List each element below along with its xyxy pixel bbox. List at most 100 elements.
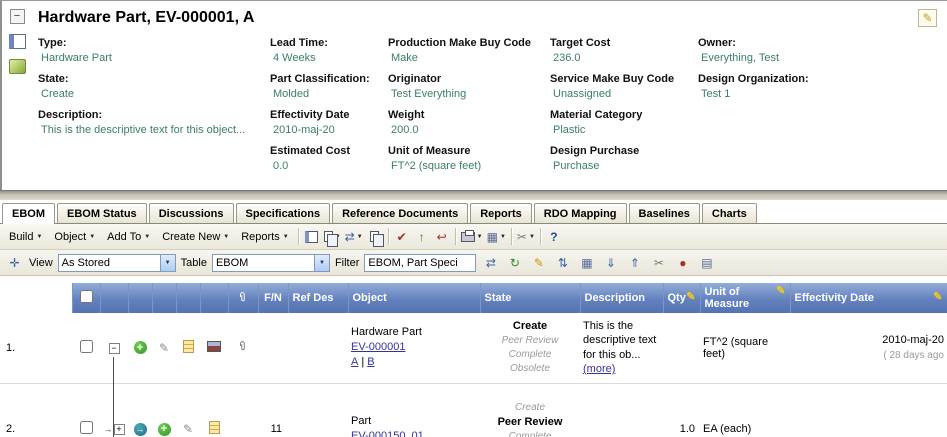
- promote-button[interactable]: ↑: [412, 227, 432, 247]
- state-header[interactable]: State: [480, 283, 580, 313]
- uom-header[interactable]: Unit of Measure✎: [700, 283, 790, 313]
- copy-button[interactable]: ▼: [322, 227, 343, 247]
- effectivity-header[interactable]: Effectivity Date✎: [790, 283, 947, 313]
- tab-charts[interactable]: Charts: [702, 203, 757, 223]
- edit-details-button[interactable]: ✎: [918, 9, 937, 27]
- fn-header[interactable]: F/N: [258, 283, 288, 313]
- validate-button[interactable]: ✔: [392, 227, 412, 247]
- tools-button[interactable]: ✂▼: [515, 227, 537, 247]
- field-estimated-cost: Estimated Cost 0.0: [270, 145, 388, 172]
- select-all-checkbox[interactable]: [80, 290, 93, 303]
- demote-button[interactable]: ↩: [432, 227, 452, 247]
- state-option: Complete: [483, 348, 577, 362]
- row-number: 1.: [0, 313, 72, 383]
- description-header[interactable]: Description: [580, 283, 663, 313]
- field-label: Weight: [388, 109, 540, 121]
- icon-col-header: [200, 283, 228, 313]
- expand-all-button[interactable]: ⇓: [601, 253, 620, 272]
- print-button[interactable]: ▼: [459, 227, 485, 247]
- icon-cell: ✎: [176, 383, 200, 437]
- object-header[interactable]: Object: [348, 283, 480, 313]
- row-checkbox[interactable]: [80, 421, 93, 434]
- tab-rdo-mapping[interactable]: RDO Mapping: [534, 203, 627, 223]
- menu-reports[interactable]: Reports ▼: [235, 228, 294, 246]
- edit-column-icon[interactable]: ✎: [933, 292, 942, 302]
- menu-object[interactable]: Object ▼: [48, 228, 101, 246]
- row-checkbox[interactable]: [80, 340, 93, 353]
- view-label: View: [29, 257, 53, 269]
- image-icon[interactable]: [207, 341, 221, 352]
- edit-cells-button[interactable]: ✎: [529, 253, 548, 272]
- edit-row-icon[interactable]: ✎: [183, 422, 193, 436]
- edit-column-icon[interactable]: ✎: [686, 292, 695, 302]
- open-structure-icon[interactable]: →: [134, 423, 147, 436]
- fit-view-button[interactable]: ✛: [5, 253, 24, 272]
- ref-des-header[interactable]: Ref Des: [288, 283, 348, 313]
- tab-reference-documents[interactable]: Reference Documents: [332, 203, 468, 223]
- field-value: Test Everything: [388, 88, 540, 100]
- effectivity-cell: 2010-maj-20 ( 28 days ago: [790, 313, 947, 383]
- expand-node-icon[interactable]: +: [114, 424, 125, 435]
- field-service-make-buy-code: Service Make Buy Code Unassigned: [550, 73, 698, 100]
- edit-row-icon[interactable]: ✎: [159, 341, 169, 355]
- export-button[interactable]: ▦▼: [485, 227, 508, 247]
- view-select[interactable]: As Stored ▼: [58, 254, 176, 272]
- icon-cell: [200, 383, 228, 437]
- form-view-icon[interactable]: [9, 34, 26, 49]
- paste-button[interactable]: [365, 227, 385, 247]
- lifecycle-icon[interactable]: [9, 59, 26, 74]
- collapse-all-button[interactable]: ⇑: [625, 253, 644, 272]
- object-name-link[interactable]: EV-000001: [351, 341, 405, 353]
- menu-add-to[interactable]: Add To ▼: [101, 228, 156, 246]
- tab-baselines[interactable]: Baselines: [629, 203, 700, 223]
- help-icon: ?: [550, 230, 557, 244]
- refresh-button[interactable]: ↻: [505, 253, 524, 272]
- field-lead-time: Lead Time: 4 Weeks: [270, 37, 388, 64]
- columns-button[interactable]: ▤: [697, 253, 716, 272]
- collapse-node-icon[interactable]: −: [109, 343, 120, 354]
- menu-label: Reports: [241, 231, 280, 243]
- tab-ebom-status[interactable]: EBOM Status: [57, 203, 147, 223]
- menu-label: Object: [54, 231, 86, 243]
- paperclip-icon[interactable]: [238, 339, 248, 353]
- promote-arrow-icon: ↑: [419, 230, 425, 244]
- notes-icon[interactable]: [209, 421, 220, 434]
- edit-column-icon[interactable]: ✎: [776, 286, 785, 296]
- filter-input[interactable]: [364, 254, 476, 272]
- field-value: Purchase: [550, 160, 688, 172]
- add-item-icon[interactable]: +: [158, 423, 171, 436]
- revision-b-link[interactable]: B: [367, 356, 374, 368]
- paste-icon: [370, 231, 379, 242]
- panel-icon: [305, 231, 318, 243]
- tab-specifications[interactable]: Specifications: [236, 203, 331, 223]
- collapse-panel-button[interactable]: −: [10, 9, 25, 24]
- table-select-value: EBOM: [213, 257, 314, 269]
- panel-divider: [0, 190, 947, 200]
- cut-icon: ✂: [517, 230, 527, 244]
- description-cell: [580, 383, 663, 437]
- help-button[interactable]: ?: [544, 227, 564, 247]
- object-name-link[interactable]: EV-000150_01: [351, 430, 424, 437]
- revision-a-link[interactable]: A: [351, 356, 358, 368]
- description-cell: This is the descriptive text for this ob…: [580, 313, 663, 383]
- tab-ebom[interactable]: EBOM: [2, 203, 55, 224]
- menu-build[interactable]: Build ▼: [3, 228, 48, 246]
- notes-icon[interactable]: [183, 340, 194, 353]
- current-state: Peer Review: [483, 415, 577, 430]
- grid-edit-button[interactable]: ▦: [577, 253, 596, 272]
- record-button[interactable]: ●: [673, 253, 692, 272]
- menu-create-new[interactable]: Create New ▼: [156, 228, 235, 246]
- more-link[interactable]: (more): [583, 363, 615, 375]
- field-owner: Owner: Everything, Test: [698, 37, 939, 64]
- tab-reports[interactable]: Reports: [470, 203, 532, 223]
- tab-discussions[interactable]: Discussions: [149, 203, 234, 223]
- sort-button[interactable]: ⇅: [553, 253, 572, 272]
- qty-header[interactable]: Qty✎: [663, 283, 700, 313]
- icon-cell: [176, 313, 200, 383]
- add-item-icon[interactable]: +: [134, 341, 147, 354]
- filter-compare-button[interactable]: ⇄: [481, 253, 500, 272]
- compare-button[interactable]: ⇄▼: [343, 227, 365, 247]
- format-view-button[interactable]: [302, 227, 322, 247]
- cut-button[interactable]: ✂: [649, 253, 668, 272]
- table-select[interactable]: EBOM ▼: [212, 254, 330, 272]
